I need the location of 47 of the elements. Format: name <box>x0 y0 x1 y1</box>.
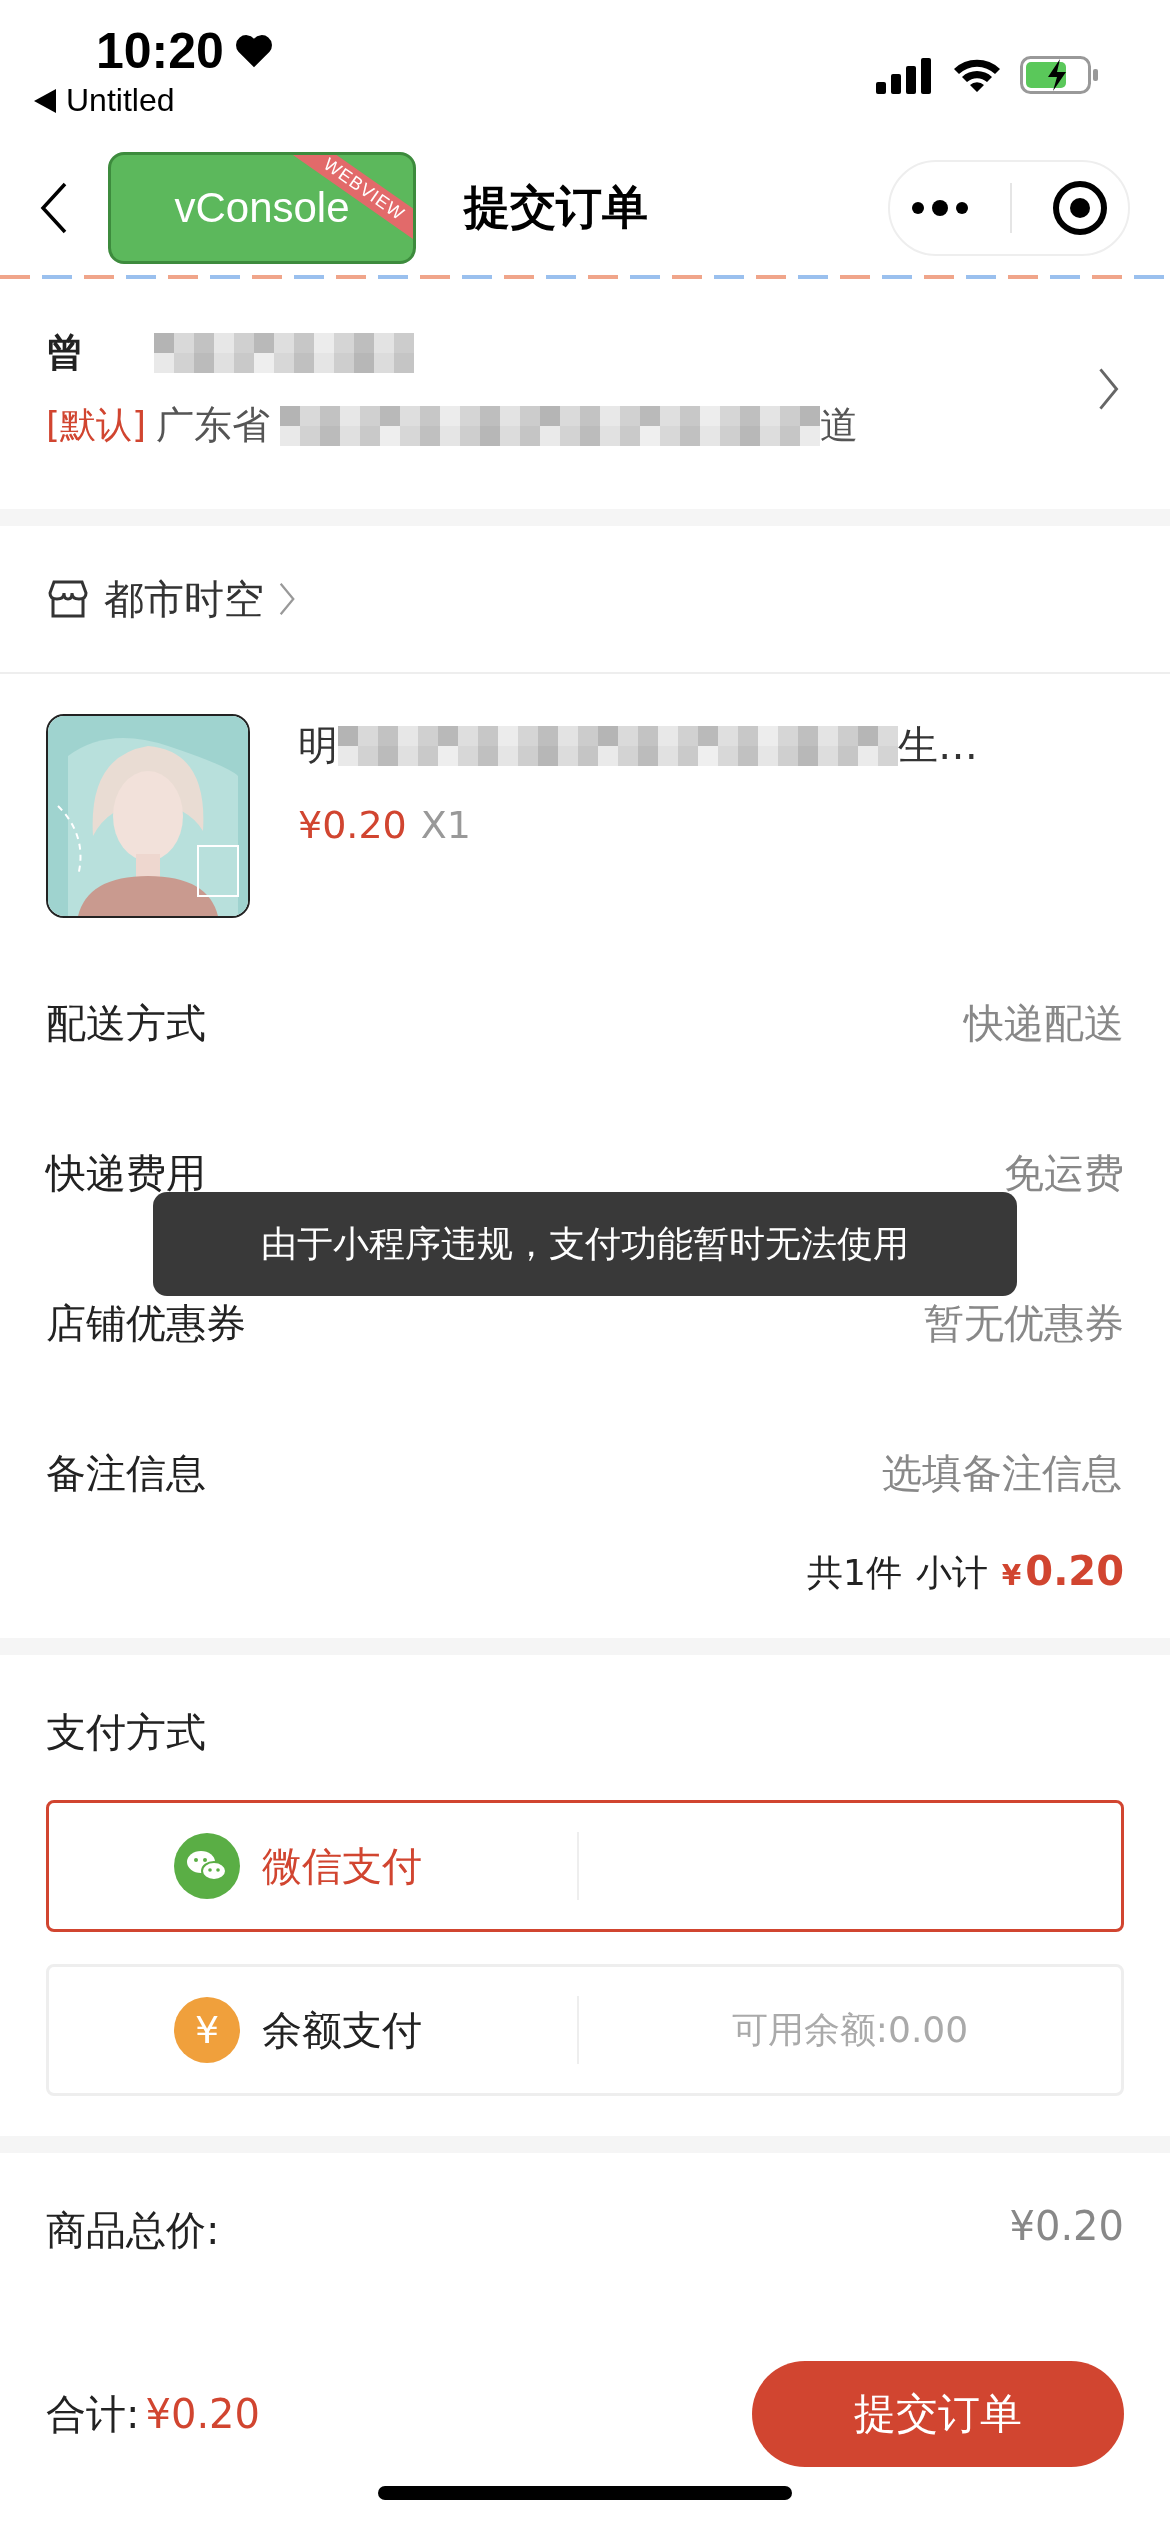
address-end: 道 <box>820 402 859 449</box>
coin-icon: ¥ <box>174 1997 240 2063</box>
submit-order-button[interactable]: 提交订单 <box>752 2361 1124 2467</box>
payment-label: 余额支付 <box>262 2005 422 2055</box>
address-card[interactable]: 曾 [默认] 广东省 道 <box>0 279 1170 509</box>
product-title-start: 明 <box>298 721 338 770</box>
summary-value: ¥0.20 <box>1009 2203 1124 2249</box>
field-value: 暂无优惠券 <box>924 1298 1124 1348</box>
back-app-link[interactable]: Untitled <box>66 82 175 119</box>
shop-name[interactable]: 都市时空 <box>104 571 264 627</box>
product-quantity: X1 <box>420 803 471 847</box>
field-label: 备注信息 <box>46 1448 206 1498</box>
currency-sign: ¥ <box>1001 1559 1022 1592</box>
payment-label: 微信支付 <box>262 1841 422 1891</box>
battery-charging-icon <box>1020 56 1100 94</box>
back-icon[interactable] <box>40 181 68 234</box>
balance-note: 可用余额:0.00 <box>731 2007 969 2052</box>
field-value: 快递配送 <box>964 998 1124 1048</box>
item-count: 共1件 <box>806 1551 902 1595</box>
product-title-end: 生… <box>898 721 978 770</box>
signal-icon <box>876 56 934 94</box>
back-triangle-icon <box>34 88 56 113</box>
address-province: 广东省 <box>156 402 271 449</box>
field-label: 配送方式 <box>46 998 206 1048</box>
product-price: ¥0.20 <box>298 803 407 847</box>
chevron-right-icon <box>278 581 296 617</box>
total-label: 合计: <box>46 2389 140 2439</box>
default-tag: [默认] <box>46 401 147 450</box>
total-amount: ¥0.20 <box>145 2391 260 2437</box>
more-icon[interactable] <box>910 199 970 216</box>
payment-option[interactable]: 微信支付 <box>46 1800 1124 1932</box>
subtotal-amount: 0.20 <box>1025 1548 1124 1594</box>
page-title: 提交订单 <box>464 178 648 236</box>
remark-input[interactable]: 选填备注信息 <box>700 1449 1124 1497</box>
target-icon[interactable] <box>1052 179 1108 236</box>
field-label: 店铺优惠券 <box>46 1298 246 1348</box>
toast-message: 由于小程序违规，支付功能暂时无法使用 <box>153 1192 1017 1296</box>
summary-label: 商品总价: <box>46 2206 220 2255</box>
store-icon <box>46 579 90 619</box>
heart-icon <box>233 33 274 69</box>
status-time: 10:20 <box>96 22 224 80</box>
chat-bubbles-icon <box>174 1833 240 1899</box>
subtotal-label: 小计 <box>915 1551 988 1595</box>
chevron-right-icon <box>1097 366 1120 412</box>
payment-option[interactable]: ¥ 余额支付 可用余额:0.00 <box>46 1964 1124 2096</box>
section-title: 支付方式 <box>46 1709 206 1755</box>
recipient-name: 曾 <box>46 329 84 376</box>
